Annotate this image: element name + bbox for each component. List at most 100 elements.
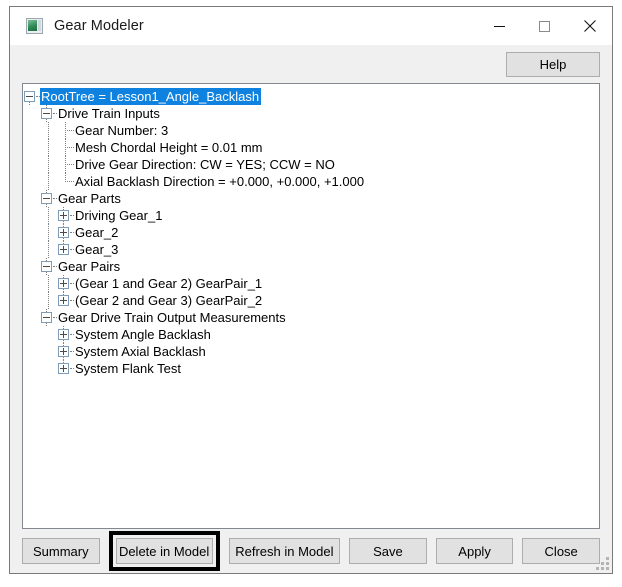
tree-node-label[interactable]: System Axial Backlash bbox=[74, 343, 208, 360]
tree-node[interactable]: Gear Number: 3 bbox=[23, 122, 599, 139]
tree-indent-guide bbox=[23, 275, 40, 292]
tree-indent-guide bbox=[23, 190, 40, 207]
tree-indent-guide bbox=[40, 173, 57, 190]
tree-node[interactable]: Gear_3 bbox=[23, 241, 599, 258]
tree-node[interactable]: (Gear 2 and Gear 3) GearPair_2 bbox=[23, 292, 599, 309]
tree-node[interactable]: System Angle Backlash bbox=[23, 326, 599, 343]
tree-indent-guide bbox=[23, 224, 40, 241]
tree-node[interactable]: Driving Gear_1 bbox=[23, 207, 599, 224]
tree-indent-guide bbox=[40, 156, 57, 173]
tree-expand-icon[interactable] bbox=[57, 207, 74, 224]
model-tree-panel[interactable]: RootTree = Lesson1_Angle_Backlash Drive T… bbox=[22, 83, 600, 529]
tree-expand-icon[interactable] bbox=[57, 224, 74, 241]
delete-in-model-button[interactable]: Delete in Model bbox=[115, 538, 213, 564]
tree-indent-guide bbox=[40, 241, 57, 258]
tree-indent-guide bbox=[40, 326, 57, 343]
title-bar: Gear Modeler bbox=[10, 7, 612, 45]
close-button[interactable]: Close bbox=[522, 538, 600, 564]
tree-indent-guide bbox=[23, 326, 40, 343]
resize-grip[interactable] bbox=[596, 557, 609, 570]
tree-indent-guide bbox=[23, 139, 40, 156]
tree-node-label[interactable]: Drive Train Inputs bbox=[57, 105, 162, 122]
tree-node-label[interactable]: System Flank Test bbox=[74, 360, 183, 377]
tree-leaf-connector-icon bbox=[57, 173, 74, 190]
tree-node[interactable]: (Gear 1 and Gear 2) GearPair_1 bbox=[23, 275, 599, 292]
tree-collapse-icon[interactable] bbox=[40, 105, 57, 122]
tree-leaf-connector-icon bbox=[57, 156, 74, 173]
tree-indent-guide bbox=[23, 292, 40, 309]
tree-node[interactable]: Mesh Chordal Height = 0.01 mm bbox=[23, 139, 599, 156]
model-tree: RootTree = Lesson1_Angle_Backlash Drive T… bbox=[23, 84, 599, 377]
maximize-button[interactable] bbox=[522, 7, 567, 45]
tree-collapse-icon[interactable] bbox=[40, 309, 57, 326]
tree-node-label[interactable]: (Gear 1 and Gear 2) GearPair_1 bbox=[74, 275, 264, 292]
tree-indent-guide bbox=[23, 241, 40, 258]
tree-node-label[interactable]: Gear Parts bbox=[57, 190, 123, 207]
tree-indent-guide bbox=[23, 156, 40, 173]
tree-node[interactable]: RootTree = Lesson1_Angle_Backlash bbox=[23, 88, 599, 105]
tree-node[interactable]: Gear Drive Train Output Measurements bbox=[23, 309, 599, 326]
tree-expand-icon[interactable] bbox=[57, 360, 74, 377]
close-button-titlebar[interactable] bbox=[567, 7, 612, 45]
tree-indent-guide bbox=[40, 224, 57, 241]
tree-indent-guide bbox=[40, 207, 57, 224]
tree-indent-guide bbox=[40, 343, 57, 360]
tree-indent-guide bbox=[23, 173, 40, 190]
tree-expand-icon[interactable] bbox=[57, 292, 74, 309]
tree-node-label[interactable]: RootTree = Lesson1_Angle_Backlash bbox=[40, 88, 262, 105]
tree-expand-icon[interactable] bbox=[57, 343, 74, 360]
tree-node[interactable]: Drive Train Inputs bbox=[23, 105, 599, 122]
tree-indent-guide bbox=[40, 122, 57, 139]
tree-indent-guide bbox=[40, 292, 57, 309]
window-title: Gear Modeler bbox=[54, 18, 144, 34]
tree-node[interactable]: Drive Gear Direction: CW = YES; CCW = NO bbox=[23, 156, 599, 173]
help-row: Help bbox=[10, 45, 612, 83]
window-controls bbox=[477, 7, 612, 45]
tree-node-label[interactable]: (Gear 2 and Gear 3) GearPair_2 bbox=[74, 292, 264, 309]
tree-node-label[interactable]: Gear Number: 3 bbox=[74, 122, 170, 139]
tree-collapse-icon[interactable] bbox=[23, 88, 40, 105]
tree-node[interactable]: System Axial Backlash bbox=[23, 343, 599, 360]
tree-indent-guide bbox=[40, 139, 57, 156]
dialog-button-bar: Summary Delete in Model Refresh in Model Sa… bbox=[10, 529, 612, 573]
tree-leaf-connector-icon bbox=[57, 139, 74, 156]
tree-node-label[interactable]: Mesh Chordal Height = 0.01 mm bbox=[74, 139, 265, 156]
tree-node-label[interactable]: Axial Backlash Direction = +0.000, +0.00… bbox=[74, 173, 366, 190]
tree-node-label[interactable]: System Angle Backlash bbox=[74, 326, 213, 343]
minimize-icon bbox=[494, 25, 505, 27]
tree-node[interactable]: Gear Parts bbox=[23, 190, 599, 207]
tree-expand-icon[interactable] bbox=[57, 326, 74, 343]
tree-indent-guide bbox=[23, 207, 40, 224]
tree-indent-guide bbox=[23, 309, 40, 326]
tree-node-label[interactable]: Driving Gear_1 bbox=[74, 207, 164, 224]
help-button[interactable]: Help bbox=[506, 51, 600, 77]
maximize-icon bbox=[539, 20, 550, 32]
summary-button[interactable]: Summary bbox=[22, 538, 100, 564]
tree-node-label[interactable]: Drive Gear Direction: CW = YES; CCW = NO bbox=[74, 156, 337, 173]
tree-collapse-icon[interactable] bbox=[40, 190, 57, 207]
refresh-in-model-button[interactable]: Refresh in Model bbox=[228, 538, 341, 564]
highlight-outline: Delete in Model bbox=[108, 531, 220, 571]
tree-node[interactable]: Axial Backlash Direction = +0.000, +0.00… bbox=[23, 173, 599, 190]
apply-button[interactable]: Apply bbox=[435, 538, 514, 564]
tree-node-label[interactable]: Gear_3 bbox=[74, 241, 120, 258]
close-icon bbox=[583, 20, 596, 32]
tree-node[interactable]: Gear_2 bbox=[23, 224, 599, 241]
tree-node-label[interactable]: Gear_2 bbox=[74, 224, 120, 241]
tree-node-label[interactable]: Gear Drive Train Output Measurements bbox=[57, 309, 288, 326]
tree-indent-guide bbox=[23, 258, 40, 275]
tree-node[interactable]: Gear Pairs bbox=[23, 258, 599, 275]
tree-expand-icon[interactable] bbox=[57, 241, 74, 258]
tree-node[interactable]: System Flank Test bbox=[23, 360, 599, 377]
gear-modeler-window-icon bbox=[26, 18, 43, 34]
tree-indent-guide bbox=[23, 343, 40, 360]
minimize-button[interactable] bbox=[477, 7, 522, 45]
tree-indent-guide bbox=[23, 360, 40, 377]
tree-node-label[interactable]: Gear Pairs bbox=[57, 258, 122, 275]
tree-indent-guide bbox=[40, 360, 57, 377]
tree-expand-icon[interactable] bbox=[57, 275, 74, 292]
tree-indent-guide bbox=[23, 122, 40, 139]
save-button[interactable]: Save bbox=[349, 538, 427, 564]
tree-collapse-icon[interactable] bbox=[40, 258, 57, 275]
tree-indent-guide bbox=[23, 105, 40, 122]
